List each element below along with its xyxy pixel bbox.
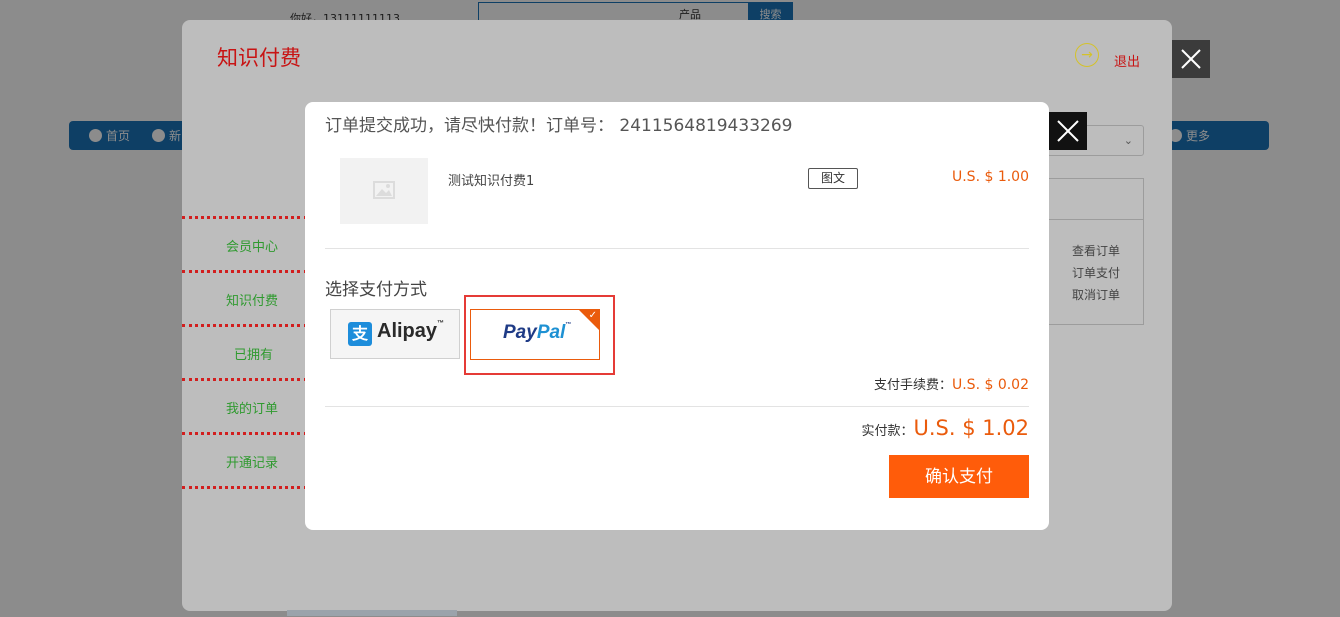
total-label: 实付款：	[861, 424, 914, 439]
paypal-logo-text: PayPal™	[503, 322, 572, 343]
menu-divider	[182, 486, 307, 489]
product-price: U.S. $ 1.00	[951, 169, 1029, 185]
dialog-close-button[interactable]	[1049, 112, 1087, 150]
view-order-link[interactable]: 查看订单	[1072, 240, 1120, 262]
page-title: 知识付费	[217, 46, 301, 70]
menu-item-orders[interactable]: 我的订单	[182, 378, 307, 432]
divider	[325, 406, 1029, 407]
fee-row: 支付手续费：U.S. $ 0.02	[874, 374, 1029, 393]
arrow-right-icon: →	[1075, 43, 1099, 67]
logout-label: 退出	[1114, 55, 1141, 70]
pay-order-link[interactable]: 订单支付	[1072, 262, 1120, 284]
payment-dialog: 订单提交成功，请尽快付款！订单号： 2411564819433269 测试知识付…	[305, 102, 1049, 530]
fee-label: 支付手续费：	[873, 378, 952, 393]
confirm-payment-button[interactable]: 确认支付	[889, 455, 1029, 498]
product-thumbnail	[340, 158, 428, 224]
menu-item-knowledge[interactable]: 知识付费	[182, 270, 307, 324]
menu-item-member[interactable]: 会员中心	[182, 216, 307, 270]
total-value: U.S. $ 1.02	[913, 416, 1029, 440]
payment-option-paypal[interactable]: PayPal™ ✓	[470, 309, 600, 360]
product-name: 测试知识付费1	[448, 174, 535, 189]
close-icon	[1057, 120, 1079, 142]
cancel-order-link[interactable]: 取消订单	[1072, 284, 1120, 306]
chevron-down-icon: ⌄	[1123, 134, 1133, 147]
payment-method-title: 选择支付方式	[325, 280, 427, 300]
menu-item-records[interactable]: 开通记录	[182, 432, 307, 486]
outer-close-button[interactable]	[1172, 40, 1210, 78]
menu-item-owned[interactable]: 已拥有	[182, 324, 307, 378]
checkmark-icon: ✓	[588, 310, 597, 321]
product-type-tag: 图文	[808, 168, 858, 189]
alipay-logo-text: Alipay™	[377, 320, 445, 342]
total-row: 实付款：U.S. $ 1.02	[861, 416, 1029, 440]
order-success-message: 订单提交成功，请尽快付款！订单号： 2411564819433269	[325, 116, 793, 136]
divider	[325, 248, 1029, 249]
fee-value: U.S. $ 0.02	[951, 377, 1029, 393]
close-icon	[1181, 49, 1201, 69]
order-actions: 查看订单 订单支付 取消订单	[1072, 240, 1120, 306]
payment-option-alipay[interactable]: 支 Alipay™	[330, 309, 460, 359]
image-placeholder-icon	[373, 181, 395, 199]
alipay-icon: 支	[348, 322, 372, 346]
bottom-strip	[287, 610, 457, 616]
